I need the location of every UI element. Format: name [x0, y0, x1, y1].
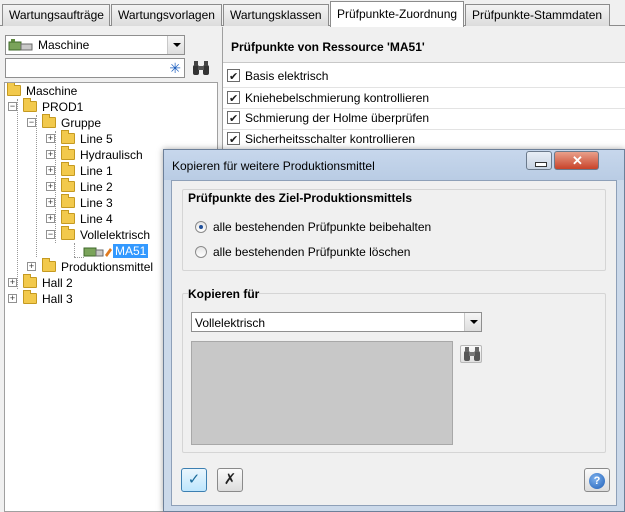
folder-icon — [61, 130, 75, 144]
expand-icon[interactable]: + — [46, 182, 55, 191]
tree-node[interactable]: Line 4 — [61, 210, 113, 227]
tree-connector — [74, 243, 75, 257]
copy-for-select[interactable]: Vollelektrisch — [191, 312, 482, 332]
search-button[interactable] — [460, 345, 482, 363]
folder-icon — [23, 274, 37, 288]
asterisk-icon[interactable]: ✳ — [169, 60, 181, 77]
collapse-icon[interactable]: − — [27, 118, 36, 127]
checkpoint-header-title: Prüfpunkte von Ressource 'MA51' — [231, 40, 425, 54]
checkpoint-item[interactable]: Kniehebelschmierung kontrollieren — [227, 88, 623, 109]
radio-keep-checkpoints[interactable]: alle bestehenden Prüfpunkte beibehalten — [195, 218, 431, 236]
folder-icon — [61, 194, 75, 208]
cancel-button[interactable]: ✗ — [217, 468, 243, 492]
expand-icon[interactable]: + — [8, 294, 17, 303]
folder-icon — [61, 146, 75, 160]
folder-icon — [61, 178, 75, 192]
machine-icon — [8, 39, 33, 51]
dialog-body: Prüfpunkte des Ziel-Produktionsmittels a… — [171, 180, 617, 506]
collapse-icon[interactable]: − — [46, 230, 55, 239]
tree-node[interactable]: Hall 3 — [23, 290, 73, 307]
tree-connector — [17, 99, 18, 289]
checkbox[interactable] — [227, 89, 240, 109]
folder-icon — [42, 114, 56, 128]
folder-icon — [23, 290, 37, 304]
radio-delete-checkpoints[interactable]: alle bestehenden Prüfpunkte löschen — [195, 243, 410, 261]
tab-wartungsvorlagen[interactable]: Wartungsvorlagen — [111, 4, 222, 26]
copy-for-title: Kopieren für — [188, 287, 260, 301]
checkpoint-item[interactable]: Basis elektrisch — [227, 66, 623, 87]
tab-wartungsauftraege[interactable]: Wartungsaufträge — [2, 4, 110, 26]
tree-node[interactable]: Line 5 — [61, 130, 113, 147]
tab-pruefpunkte-stammdaten[interactable]: Prüfpunkte-Stammdaten — [465, 4, 610, 26]
tree-node-selected[interactable]: MA51 — [83, 243, 149, 259]
close-icon: ✕ — [572, 153, 583, 168]
tree-node[interactable]: Line 2 — [61, 178, 113, 195]
tree-node[interactable]: Line 1 — [61, 162, 113, 179]
tab-bar: Wartungsaufträge Wartungsvorlagen Wartun… — [0, 0, 625, 27]
radio-icon[interactable] — [195, 246, 207, 258]
machine-icon — [83, 247, 112, 257]
checkbox[interactable] — [227, 130, 240, 150]
close-button[interactable]: ✕ — [554, 151, 599, 170]
tree-search-input[interactable]: ✳ — [5, 58, 185, 78]
resource-type-value: Maschine — [38, 38, 90, 52]
tab-wartungsklassen[interactable]: Wartungsklassen — [223, 4, 329, 26]
tree-connector — [55, 131, 56, 243]
tree-node[interactable]: Hall 2 — [23, 274, 73, 291]
copy-dialog: Kopieren für weitere Produktionsmittel ✕… — [163, 149, 625, 512]
folder-icon — [61, 210, 75, 224]
copy-for-value: Vollelektrisch — [195, 316, 266, 330]
folder-icon — [61, 226, 75, 240]
target-checkpoints-title: Prüfpunkte des Ziel-Produktionsmittels — [188, 191, 413, 205]
tab-pruefpunkte-zuordnung[interactable]: Prüfpunkte-Zuordnung — [330, 1, 464, 27]
tree-node[interactable]: PROD1 — [23, 98, 83, 115]
radio-selected-icon[interactable] — [195, 221, 207, 233]
expand-icon[interactable]: + — [46, 166, 55, 175]
ok-button[interactable]: ✓ — [181, 468, 207, 492]
minimize-button[interactable] — [526, 151, 552, 170]
folder-icon — [42, 258, 56, 272]
tree-node[interactable]: Vollelektrisch — [61, 226, 150, 243]
chevron-down-icon[interactable] — [167, 36, 184, 54]
target-list[interactable] — [191, 341, 453, 445]
folder-icon — [23, 98, 37, 112]
folder-icon — [7, 83, 21, 96]
checkpoint-item[interactable]: Sicherheitsschalter kontrollieren — [227, 129, 623, 150]
expand-icon[interactable]: + — [8, 278, 17, 287]
help-icon: ? — [589, 473, 605, 489]
tree-node[interactable]: Produktionsmittel — [42, 258, 153, 275]
tree-node[interactable]: Gruppe — [42, 114, 101, 131]
checkbox[interactable] — [227, 109, 240, 129]
chevron-down-icon[interactable] — [464, 313, 481, 331]
collapse-icon[interactable]: − — [8, 102, 17, 111]
dialog-titlebar[interactable]: Kopieren für weitere Produktionsmittel ✕ — [164, 150, 624, 180]
tree-node[interactable]: Maschine — [7, 83, 77, 99]
folder-icon — [61, 162, 75, 176]
cancel-icon: ✗ — [223, 471, 237, 488]
resource-type-select[interactable]: Maschine — [5, 35, 185, 55]
dialog-title: Kopieren für weitere Produktionsmittel — [172, 159, 375, 173]
expand-icon[interactable]: + — [46, 214, 55, 223]
expand-icon[interactable]: + — [46, 150, 55, 159]
binoculars-icon[interactable] — [192, 60, 210, 76]
expand-icon[interactable]: + — [27, 262, 36, 271]
expand-icon[interactable]: + — [46, 134, 55, 143]
tree-connector — [36, 115, 37, 257]
checkbox[interactable] — [227, 67, 240, 87]
tree-node[interactable]: Hydraulisch — [61, 146, 143, 163]
binoculars-icon — [464, 347, 480, 361]
help-button[interactable]: ? — [584, 468, 610, 492]
tree-node[interactable]: Line 3 — [61, 194, 113, 211]
expand-icon[interactable]: + — [46, 198, 55, 207]
checkpoint-header: Prüfpunkte von Ressource 'MA51' — [223, 27, 625, 63]
checkpoint-item[interactable]: Schmierung der Holme überprüfen — [227, 108, 623, 129]
checkmark-icon: ✓ — [187, 471, 201, 488]
